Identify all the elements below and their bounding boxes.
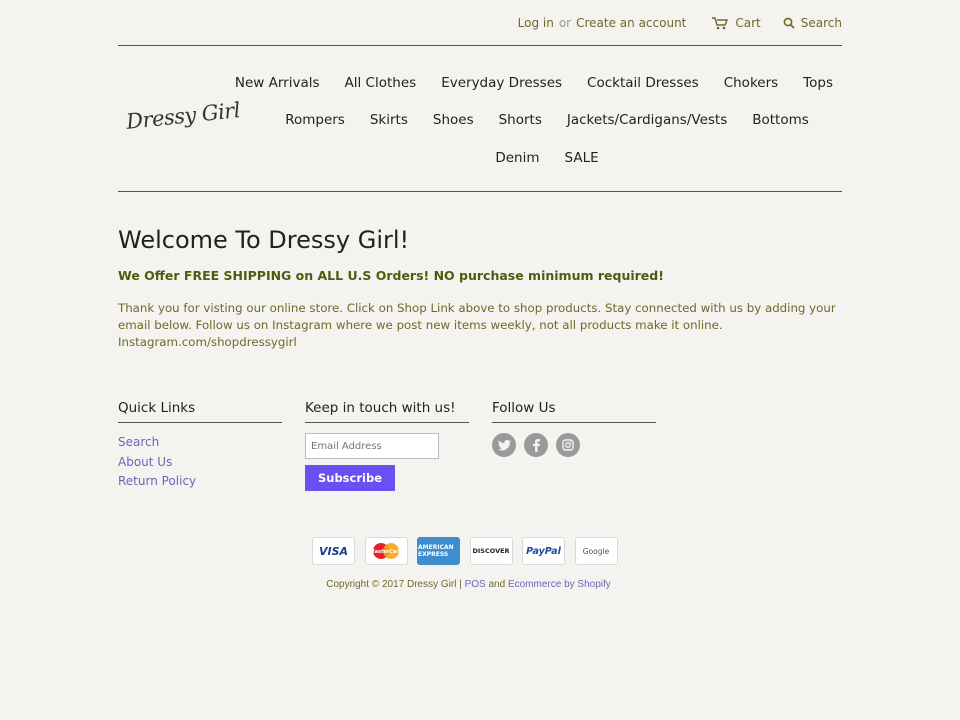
- footer-return-policy-link[interactable]: Return Policy: [118, 472, 282, 492]
- shopify-link[interactable]: Ecommerce by Shopify: [508, 579, 611, 590]
- visa-icon: VISA: [312, 537, 355, 565]
- or-separator: or: [558, 16, 572, 30]
- nav-shorts[interactable]: Shorts: [499, 112, 542, 128]
- amex-icon: AMERICAN EXPRESS: [417, 537, 460, 565]
- follow-title: Follow Us: [492, 400, 656, 423]
- search-link[interactable]: Search: [783, 16, 842, 30]
- copyright: Copyright © 2017 Dressy Girl | POS and E…: [0, 579, 937, 590]
- nav-cocktail-dresses[interactable]: Cocktail Dresses: [587, 75, 699, 91]
- nav-sale[interactable]: SALE: [565, 150, 599, 166]
- google-wallet-icon: Google: [574, 537, 618, 565]
- page-title: Welcome To Dressy Girl!: [118, 226, 410, 254]
- shipping-banner: We Offer FREE SHIPPING on ALL U.S Orders…: [118, 268, 664, 283]
- quick-links-list: Search About Us Return Policy: [118, 433, 282, 492]
- cart-label: Cart: [735, 16, 761, 30]
- nav-bottoms[interactable]: Bottoms: [752, 112, 809, 128]
- instagram-icon[interactable]: [556, 433, 580, 457]
- newsletter-section: Keep in touch with us! Subscribe: [305, 400, 469, 491]
- facebook-icon[interactable]: [524, 433, 548, 457]
- nav-everyday-dresses[interactable]: Everyday Dresses: [441, 75, 562, 91]
- main-nav: New Arrivals All Clothes Everyday Dresse…: [235, 64, 842, 177]
- twitter-icon[interactable]: [492, 433, 516, 457]
- nav-rompers[interactable]: Rompers: [285, 112, 345, 128]
- cart-icon: [712, 16, 729, 30]
- search-label: Search: [800, 16, 842, 30]
- paypal-icon: PayPal: [522, 537, 565, 565]
- copyright-text: Copyright © 2017 Dressy Girl |: [326, 579, 462, 590]
- mastercard-icon: MasterCard: [364, 537, 408, 565]
- nav-tops[interactable]: Tops: [803, 75, 833, 91]
- quick-links-section: Quick Links Search About Us Return Polic…: [118, 400, 282, 492]
- social-icons: [492, 433, 656, 457]
- discover-icon: DISCOVER: [469, 537, 513, 565]
- logo[interactable]: Dressy Girl: [124, 96, 254, 148]
- footer-search-link[interactable]: Search: [118, 433, 282, 453]
- copyright-and: and: [488, 579, 506, 590]
- pos-link[interactable]: POS: [465, 579, 486, 590]
- logo-text: Dressy Girl: [125, 98, 242, 134]
- login-link[interactable]: Log in: [518, 16, 554, 30]
- nav-row-1: New Arrivals All Clothes Everyday Dresse…: [235, 64, 842, 102]
- subscribe-button[interactable]: Subscribe: [305, 465, 395, 491]
- newsletter-title: Keep in touch with us!: [305, 400, 469, 423]
- nav-new-arrivals[interactable]: New Arrivals: [235, 75, 320, 91]
- create-account-link[interactable]: Create an account: [576, 16, 686, 30]
- follow-section: Follow Us: [492, 400, 656, 457]
- nav-row-3: Denim SALE: [252, 139, 842, 177]
- top-divider: [118, 45, 842, 46]
- nav-shoes[interactable]: Shoes: [433, 112, 474, 128]
- nav-row-2: Rompers Skirts Shoes Shorts Jackets/Card…: [252, 102, 842, 140]
- intro-text: Thank you for visting our online store. …: [118, 301, 836, 349]
- cart-link[interactable]: Cart: [712, 16, 761, 30]
- footer-about-link[interactable]: About Us: [118, 453, 282, 473]
- email-input[interactable]: [305, 433, 439, 459]
- payment-methods: VISA MasterCard AMERICAN EXPRESS DISCOVE…: [312, 537, 627, 565]
- nav-denim[interactable]: Denim: [495, 150, 539, 166]
- nav-all-clothes[interactable]: All Clothes: [345, 75, 417, 91]
- nav-jackets[interactable]: Jackets/Cardigans/Vests: [567, 112, 727, 128]
- quick-links-title: Quick Links: [118, 400, 282, 423]
- nav-chokers[interactable]: Chokers: [724, 75, 778, 91]
- search-icon: [783, 17, 795, 29]
- header-divider: [118, 191, 842, 192]
- nav-skirts[interactable]: Skirts: [370, 112, 408, 128]
- mastercard-label: MasterCard: [370, 549, 403, 555]
- top-bar: Log in or Create an account Cart Search: [518, 14, 842, 32]
